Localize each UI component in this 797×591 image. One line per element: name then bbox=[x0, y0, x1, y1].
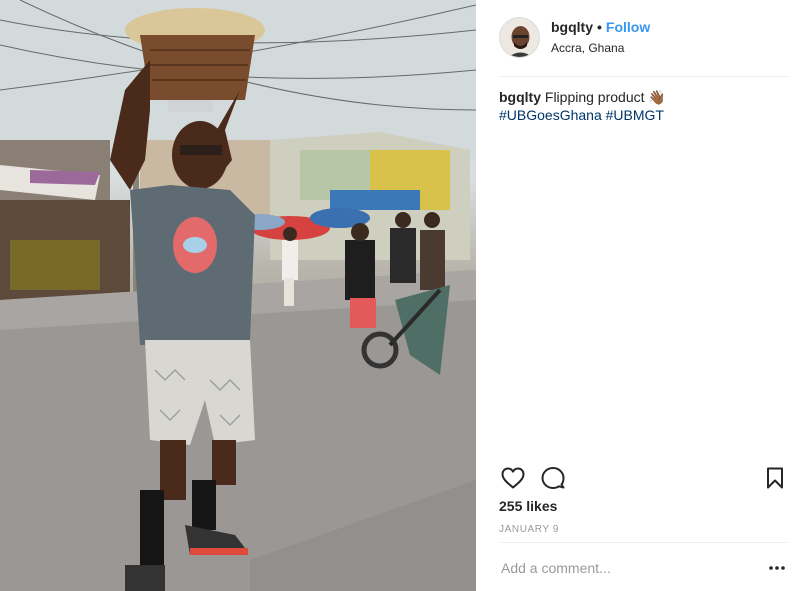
hashtag-ubmgt[interactable]: #UBMGT bbox=[606, 107, 664, 123]
comment-input[interactable] bbox=[499, 557, 749, 579]
username-link[interactable]: bgqlty bbox=[551, 19, 593, 35]
like-button[interactable] bbox=[499, 464, 527, 492]
post-header: bgqlty • Follow Accra, Ghana bbox=[499, 15, 789, 77]
separator-dot: • bbox=[597, 19, 602, 35]
caption-text: Flipping product 👋🏾 bbox=[544, 89, 666, 105]
follow-button[interactable]: Follow bbox=[606, 19, 650, 35]
ellipsis-icon bbox=[769, 566, 785, 570]
comment-bubble-icon bbox=[541, 467, 565, 489]
bookmark-icon bbox=[767, 467, 783, 489]
caption-username[interactable]: bgqlty bbox=[499, 89, 541, 105]
hashtag-list: #UBGoesGhana #UBMGT bbox=[499, 106, 789, 124]
save-button[interactable] bbox=[761, 464, 789, 492]
hashtag-ubgoesghana[interactable]: #UBGoesGhana bbox=[499, 107, 602, 123]
location-link[interactable]: Accra, Ghana bbox=[551, 41, 624, 55]
post-photo[interactable] bbox=[0, 0, 476, 591]
caption: bgqlty Flipping product 👋🏾 #UBGoesGhana … bbox=[499, 88, 789, 124]
action-bar bbox=[499, 464, 789, 492]
street-scene-image bbox=[0, 0, 476, 591]
profile-photo-icon bbox=[500, 18, 539, 57]
likes-count[interactable]: 255 likes bbox=[499, 498, 557, 514]
avatar[interactable] bbox=[499, 17, 540, 58]
username-row: bgqlty • Follow bbox=[551, 19, 650, 35]
comment-bar bbox=[499, 542, 789, 591]
heart-icon bbox=[501, 467, 525, 489]
post-date[interactable]: JANUARY 9 bbox=[499, 524, 559, 535]
post-sidebar: bgqlty • Follow Accra, Ghana bgqlty Flippi… bbox=[476, 0, 797, 591]
more-options-button[interactable] bbox=[765, 558, 789, 578]
comment-button[interactable] bbox=[539, 464, 567, 492]
